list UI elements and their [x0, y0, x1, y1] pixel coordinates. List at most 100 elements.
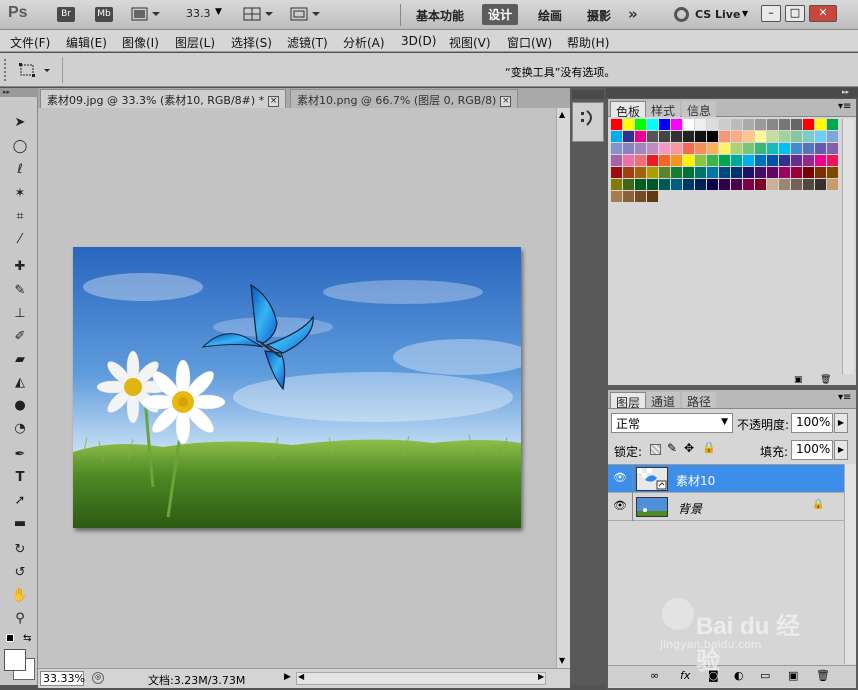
color-swatch[interactable]: [611, 191, 622, 202]
color-swatch[interactable]: [743, 167, 754, 178]
color-swatch[interactable]: [707, 131, 718, 142]
minimize-button[interactable]: –: [761, 5, 781, 22]
color-swatch[interactable]: [623, 167, 634, 178]
color-swatch[interactable]: [743, 143, 754, 154]
color-swatch[interactable]: [815, 131, 826, 142]
options-grip[interactable]: [4, 59, 8, 81]
menu-select[interactable]: 选择(S): [231, 34, 272, 51]
color-swatch[interactable]: [635, 155, 646, 166]
color-swatch[interactable]: [731, 119, 742, 130]
move-tool-icon[interactable]: ➤: [10, 113, 30, 133]
color-swatch[interactable]: [611, 119, 622, 130]
tab-styles[interactable]: 样式: [646, 101, 681, 118]
zoom-level[interactable]: 33.3: [186, 7, 211, 20]
blend-mode-select[interactable]: 正常 ▼: [611, 413, 733, 433]
color-swatch[interactable]: [827, 131, 838, 142]
lasso-tool-icon[interactable]: ℓ: [10, 160, 30, 180]
tab-document-2[interactable]: 素材10.png @ 66.7% (图层 0, RGB/8) ×: [290, 89, 519, 108]
opacity-slider-arrow-icon[interactable]: ▶: [834, 413, 848, 433]
color-swatch[interactable]: [695, 143, 706, 154]
color-swatch[interactable]: [635, 143, 646, 154]
cs-live-button[interactable]: CS Live: [695, 8, 740, 21]
color-swatch[interactable]: [671, 119, 682, 130]
document-image[interactable]: [73, 247, 521, 528]
color-swatch[interactable]: [623, 155, 634, 166]
color-swatch[interactable]: [731, 131, 742, 142]
menu-help[interactable]: 帮助(H): [567, 34, 609, 51]
healing-brush-tool-icon[interactable]: ✚: [10, 257, 30, 277]
color-swatch[interactable]: [623, 179, 634, 190]
color-swatch[interactable]: [623, 131, 634, 142]
color-swatch[interactable]: [803, 167, 814, 178]
foreground-color-swatch[interactable]: [4, 649, 26, 671]
menu-view[interactable]: 视图(V): [449, 34, 491, 51]
paint-bucket-tool-icon[interactable]: ◭: [10, 373, 30, 393]
lock-transparent-pixels-icon[interactable]: [650, 444, 661, 455]
color-swatch[interactable]: [719, 155, 730, 166]
color-swatch[interactable]: [707, 119, 718, 130]
fill-field[interactable]: 100%: [791, 440, 833, 460]
color-swatch[interactable]: [695, 155, 706, 166]
status-menu-arrow-icon[interactable]: ▶: [284, 672, 291, 682]
swatches-panel-menu-icon[interactable]: ▾≡: [838, 101, 851, 112]
lock-image-pixels-icon[interactable]: ✎: [667, 441, 677, 455]
swatches-scrollbar[interactable]: [842, 119, 854, 374]
color-swatch[interactable]: [707, 155, 718, 166]
color-swatch[interactable]: [755, 143, 766, 154]
color-swatch[interactable]: [611, 155, 622, 166]
zoom-dropdown-arrow-icon[interactable]: ▼: [215, 7, 222, 17]
color-swatch[interactable]: [635, 167, 646, 178]
color-swatch[interactable]: [779, 131, 790, 142]
color-swatch[interactable]: [671, 179, 682, 190]
color-swatch[interactable]: [683, 179, 694, 190]
color-swatch[interactable]: [731, 179, 742, 190]
color-swatch[interactable]: [635, 179, 646, 190]
menu-analysis[interactable]: 分析(A): [343, 34, 385, 51]
color-swatch[interactable]: [827, 155, 838, 166]
color-swatch[interactable]: [743, 131, 754, 142]
color-swatch[interactable]: [611, 179, 622, 190]
collapse-dock-icon[interactable]: ▸▸: [842, 88, 849, 96]
tool-preset-picker[interactable]: [18, 61, 54, 79]
color-swatch[interactable]: [731, 155, 742, 166]
type-tool-icon[interactable]: T: [10, 468, 30, 488]
3d-rotate-tool-icon[interactable]: ↻: [10, 540, 30, 560]
color-swatch[interactable]: [743, 155, 754, 166]
menu-window[interactable]: 窗口(W): [507, 34, 552, 51]
color-swatch[interactable]: [659, 155, 670, 166]
color-swatch[interactable]: [719, 131, 730, 142]
zoom-tool-icon[interactable]: ⚲: [10, 609, 30, 629]
color-swatch[interactable]: [815, 179, 826, 190]
arrange-documents-button[interactable]: [243, 7, 275, 22]
color-swatch[interactable]: [755, 179, 766, 190]
color-swatch[interactable]: [707, 179, 718, 190]
color-swatch[interactable]: [671, 155, 682, 166]
close-tab-2-icon[interactable]: ×: [500, 95, 512, 107]
color-swatch[interactable]: [767, 167, 778, 178]
color-swatch[interactable]: [755, 167, 766, 178]
workspace-painting[interactable]: 绘画: [538, 7, 562, 24]
color-swatch[interactable]: [767, 143, 778, 154]
close-tab-1-icon[interactable]: ×: [268, 95, 280, 107]
brush-tool-icon[interactable]: ✎: [10, 281, 30, 301]
tab-swatches[interactable]: 色板: [610, 101, 647, 119]
lock-all-icon[interactable]: 🔒: [702, 441, 716, 454]
color-swatch[interactable]: [827, 179, 838, 190]
color-swatch[interactable]: [683, 131, 694, 142]
color-swatch[interactable]: [659, 167, 670, 178]
eraser-tool-icon[interactable]: ▰: [10, 350, 30, 370]
layer-1-visibility-eye-icon[interactable]: 👁: [612, 471, 628, 485]
scroll-left-icon[interactable]: ◀: [298, 672, 304, 681]
color-swatch[interactable]: [803, 179, 814, 190]
scroll-right-icon[interactable]: ▶: [538, 672, 544, 681]
color-swatch[interactable]: [791, 119, 802, 130]
menu-filter[interactable]: 滤镜(T): [287, 34, 328, 51]
color-swatch[interactable]: [791, 155, 802, 166]
color-swatch[interactable]: [659, 179, 670, 190]
color-swatch[interactable]: [707, 167, 718, 178]
color-swatch[interactable]: [815, 167, 826, 178]
color-swatch[interactable]: [695, 179, 706, 190]
new-swatch-icon[interactable]: ▣: [794, 375, 803, 385]
color-swatch[interactable]: [611, 167, 622, 178]
horizontal-scrollbar[interactable]: [296, 672, 546, 685]
